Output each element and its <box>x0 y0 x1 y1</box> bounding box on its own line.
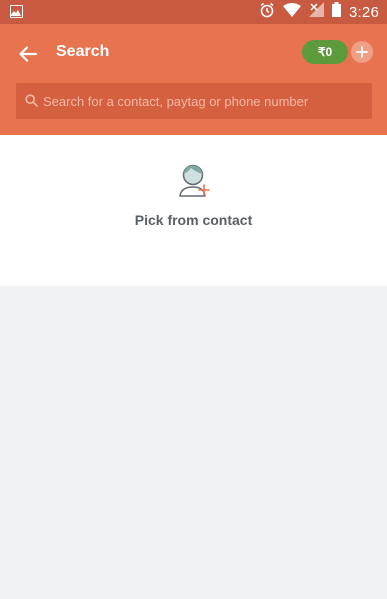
alarm-icon <box>259 2 275 23</box>
pick-from-contact-button[interactable]: Pick from contact <box>110 160 277 240</box>
search-bar[interactable] <box>16 83 372 119</box>
page-title: Search <box>56 43 110 60</box>
plus-icon <box>356 46 368 58</box>
search-icon <box>25 94 38 107</box>
add-money-button[interactable] <box>351 41 373 63</box>
pick-from-contact-label: Pick from contact <box>134 212 253 228</box>
balance-badge[interactable]: ₹0 <box>302 40 348 64</box>
status-time: 3:26 <box>349 3 379 21</box>
status-bar: 3:26 <box>0 0 387 24</box>
battery-icon <box>332 2 341 22</box>
back-button[interactable] <box>14 40 42 68</box>
app-bar: Search ₹0 <box>0 24 387 135</box>
results-area <box>0 286 387 599</box>
add-contact-icon <box>178 164 210 197</box>
contact-card: Pick from contact <box>0 135 387 286</box>
image-icon <box>10 5 23 18</box>
search-input[interactable] <box>43 83 365 119</box>
signal-icon <box>309 2 324 22</box>
wifi-icon <box>283 2 301 22</box>
arrow-left-icon <box>19 46 37 62</box>
